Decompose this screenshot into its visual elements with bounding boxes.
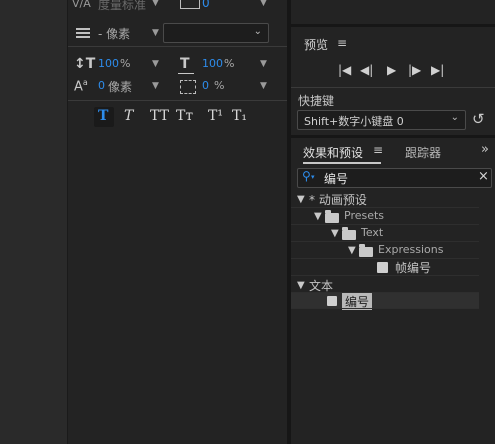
search-input[interactable]: 编号 bbox=[324, 170, 348, 187]
kerning-icon: V/A bbox=[72, 0, 91, 10]
tree-item-presets[interactable]: Presets bbox=[344, 209, 384, 222]
folder-icon bbox=[342, 227, 356, 240]
horizontal-scale-unit: % bbox=[224, 57, 235, 70]
separator bbox=[68, 46, 288, 47]
shortcut-label: 快捷键 bbox=[298, 94, 335, 108]
chevron-down-icon: ⌄ bbox=[253, 26, 262, 37]
baseline-shift-value[interactable]: 0 bbox=[98, 79, 105, 92]
subscript-button[interactable]: T₁ bbox=[232, 108, 247, 124]
stroke-width-value[interactable]: - 像素 bbox=[98, 25, 130, 42]
faux-bold-button[interactable]: T bbox=[98, 108, 108, 124]
search-icon: ⚲ bbox=[302, 169, 311, 183]
tab-effects-presets[interactable]: 效果和预设 bbox=[303, 144, 363, 161]
tree-item-expressions[interactable]: Expressions bbox=[378, 243, 443, 256]
tree-item-animation-presets[interactable]: * 动画预设 bbox=[309, 191, 367, 208]
panel-overflow-icon[interactable]: » bbox=[481, 142, 489, 157]
shortcut-select[interactable]: Shift+数字小键盘 0 ⌄ bbox=[297, 110, 466, 130]
expand-triangle-icon[interactable]: ▼ bbox=[314, 211, 322, 222]
horizontal-scale-arrow bbox=[178, 73, 194, 74]
folder-icon bbox=[325, 210, 339, 223]
vertical-scale-dropdown-arrow[interactable]: ▼ bbox=[152, 59, 159, 69]
chevron-down-icon: ⌄ bbox=[450, 112, 459, 123]
expand-triangle-icon[interactable]: ▼ bbox=[297, 280, 305, 291]
effect-icon bbox=[327, 296, 337, 306]
hamburger-icon[interactable]: ≡ bbox=[337, 36, 347, 50]
row-separator bbox=[291, 308, 479, 309]
tsume-dropdown-arrow[interactable]: ▼ bbox=[260, 81, 267, 91]
baseline-shift-unit: 像素 bbox=[108, 80, 133, 94]
expand-triangle-icon[interactable]: ▼ bbox=[348, 245, 356, 256]
tracking-icon bbox=[180, 0, 200, 9]
shortcut-select-value: Shift+数字小键盘 0 bbox=[304, 115, 404, 128]
previous-frame-icon[interactable]: ◀| bbox=[360, 63, 373, 77]
search-dropdown-icon: ▾ bbox=[311, 173, 315, 181]
kerning-dropdown-arrow[interactable]: ▼ bbox=[152, 0, 159, 8]
horizontal-scale-value[interactable]: 100 bbox=[202, 57, 223, 70]
clear-search-icon[interactable]: × bbox=[478, 169, 489, 184]
stroke-width-icon bbox=[76, 28, 90, 38]
tsume-value[interactable]: 0 bbox=[202, 79, 209, 92]
tracking-dropdown-arrow[interactable]: ▼ bbox=[260, 0, 267, 8]
baseline-shift-icon: Aa bbox=[74, 78, 88, 95]
next-frame-icon[interactable]: |▶ bbox=[408, 63, 421, 77]
separator bbox=[291, 87, 495, 88]
kerning-value[interactable]: 度量标准 bbox=[98, 0, 146, 13]
expand-triangle-icon[interactable]: ▼ bbox=[331, 228, 339, 239]
character-panel: V/A 度量标准 ▼ 0 ▼ - 像素 ▼ ⌄ ↕T 100 % ▼ T 100… bbox=[67, 0, 288, 444]
preview-panel-title[interactable]: 预览 bbox=[304, 36, 328, 53]
row-separator bbox=[291, 258, 479, 259]
vertical-scale-unit: % bbox=[120, 57, 131, 70]
loop-icon[interactable]: ↺ bbox=[472, 110, 485, 128]
effects-search-field[interactable]: ⚲ ▾ 编号 × bbox=[297, 168, 492, 188]
separator bbox=[68, 100, 288, 101]
tsume-unit: % bbox=[214, 79, 225, 92]
vertical-scale-value[interactable]: 100 bbox=[98, 57, 119, 70]
row-separator bbox=[291, 207, 479, 208]
superscript-button[interactable]: T¹ bbox=[208, 108, 223, 124]
row-separator bbox=[291, 241, 479, 242]
preview-panel: 预览 ≡ |◀ ◀| ▶ |▶ ▶| bbox=[291, 27, 495, 87]
horizontal-scale-dropdown-arrow[interactable]: ▼ bbox=[260, 59, 267, 69]
row-separator bbox=[291, 224, 479, 225]
last-frame-icon[interactable]: ▶| bbox=[431, 63, 444, 77]
baseline-shift-dropdown-arrow[interactable]: ▼ bbox=[152, 81, 159, 91]
stroke-width-dropdown-arrow[interactable]: ▼ bbox=[152, 28, 159, 38]
first-frame-icon[interactable]: |◀ bbox=[338, 63, 351, 77]
play-icon[interactable]: ▶ bbox=[387, 63, 396, 77]
tab-tracker[interactable]: 跟踪器 bbox=[405, 144, 441, 161]
tree-item-frame-number[interactable]: 帧编号 bbox=[395, 259, 431, 276]
faux-italic-button[interactable]: T bbox=[124, 108, 133, 124]
stroke-style-select[interactable]: ⌄ bbox=[163, 23, 269, 43]
active-tab-underline bbox=[303, 162, 381, 164]
tree-item-text[interactable]: Text bbox=[361, 226, 383, 239]
hamburger-icon[interactable]: ≡ bbox=[373, 143, 383, 157]
selected-row-bg bbox=[291, 293, 479, 308]
info-panel-remnant bbox=[291, 0, 495, 24]
small-caps-button[interactable]: Tт bbox=[176, 108, 193, 124]
expand-triangle-icon[interactable]: ▼ bbox=[297, 194, 305, 205]
left-panel-strip bbox=[0, 0, 67, 444]
horizontal-scale-icon: T bbox=[180, 56, 190, 72]
tracking-value[interactable]: 0 bbox=[202, 0, 210, 10]
all-caps-button[interactable]: TT bbox=[150, 108, 169, 124]
folder-icon bbox=[359, 244, 373, 257]
tsume-icon bbox=[180, 80, 196, 94]
vertical-scale-icon: ↕T bbox=[74, 56, 96, 72]
row-separator bbox=[291, 275, 479, 276]
preset-icon bbox=[377, 262, 388, 273]
